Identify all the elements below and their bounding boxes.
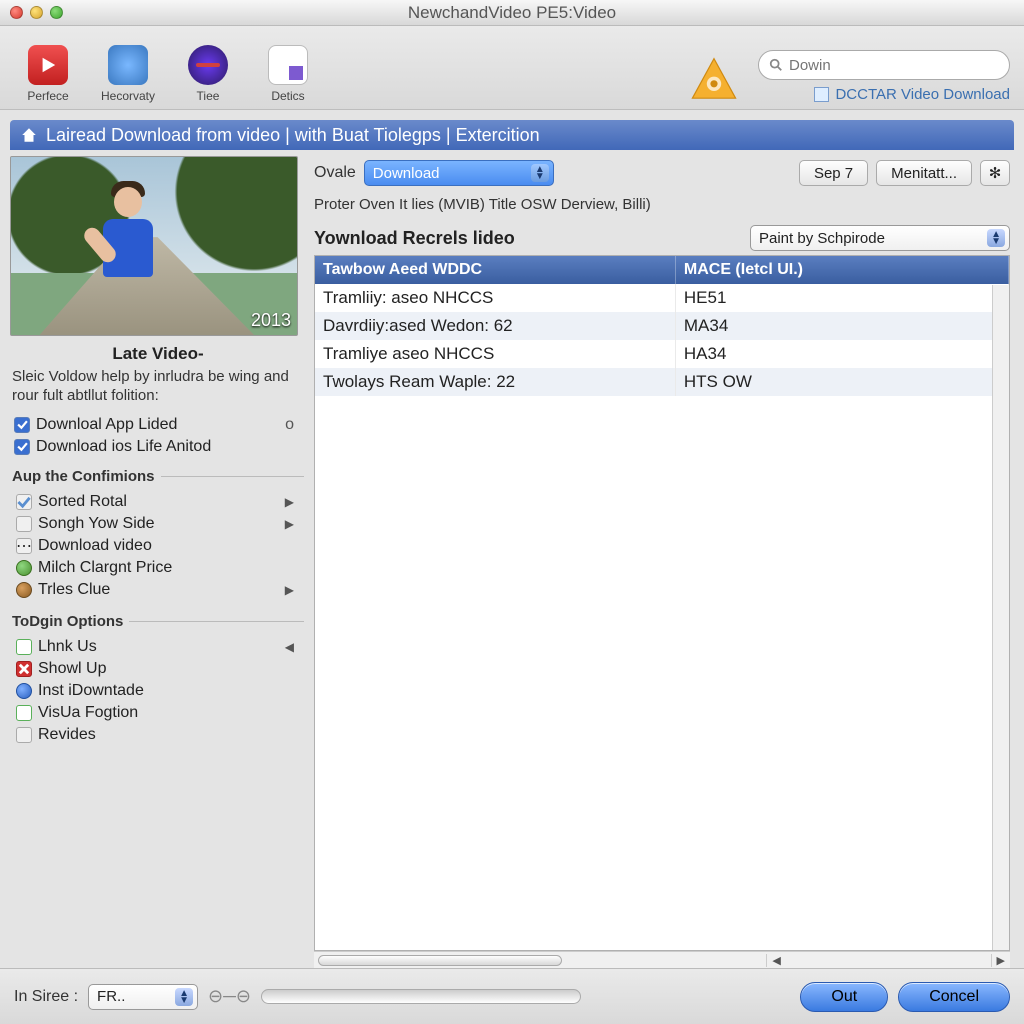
check-download-ios[interactable]: Download ios Life Anitod	[10, 436, 306, 458]
window-title: NewchandVideo PE5:Video	[0, 3, 1024, 23]
group-title: ToDgin Options	[12, 613, 129, 630]
checkbox-icon	[14, 439, 30, 455]
search-icon	[769, 58, 783, 72]
table-header[interactable]: Tawbow Aeed WDDC MACE (Ietcl UI.)	[315, 256, 1009, 284]
table-row[interactable]: Davrdiiy:ased Wedon: 62MA34	[315, 312, 1009, 340]
item-milch-price[interactable]: Milch Clargnt Price	[12, 557, 304, 579]
box-icon	[16, 727, 32, 743]
checkbox-icon	[16, 639, 32, 655]
table-title: Yownload Recrels lideo	[314, 228, 515, 249]
menitatt-button[interactable]: Menitatt...	[876, 160, 972, 186]
titlebar: NewchandVideo PE5:Video	[0, 0, 1024, 26]
updown-icon: ▲▼	[987, 229, 1005, 247]
col-tawbow[interactable]: Tawbow Aeed WDDC	[315, 256, 676, 284]
warning-icon	[690, 55, 738, 103]
vertical-scrollbar[interactable]	[992, 285, 1009, 950]
toolbar-tiee[interactable]: Tiee	[174, 45, 242, 103]
zoom-slider[interactable]	[261, 989, 581, 1004]
sidebar: 2013 Late Video- Sleic Voldow help by in…	[10, 156, 306, 968]
compass-icon	[188, 45, 228, 85]
date-button[interactable]: Sep 7	[799, 160, 868, 186]
horizontal-scrollbar[interactable]: ◀ ▶	[314, 951, 1010, 968]
zoom-out-icon[interactable]: ⊖─⊖	[208, 986, 251, 1007]
chevron-right-icon: ▶	[285, 495, 294, 509]
chevron-left-icon: ◀	[285, 640, 294, 654]
item-trles-clue[interactable]: Trles Clue▶	[12, 579, 304, 601]
toolbar-hecorvaty[interactable]: Hecorvaty	[94, 45, 162, 103]
col-mace[interactable]: MACE (Ietcl UI.)	[676, 256, 1009, 284]
settings-button[interactable]: ✻	[980, 160, 1010, 186]
checkbox-icon	[14, 417, 30, 433]
box-icon: ⋯	[16, 538, 32, 554]
group-confimions: Aup the Confimions Sorted Rotal▶ Songh Y…	[12, 468, 304, 601]
dot-icon	[16, 683, 32, 699]
updown-icon: ▲▼	[531, 164, 549, 182]
subheader: Proter Oven It lies (MVIB) Title OSW Der…	[314, 196, 1010, 213]
scroll-right-icon[interactable]: ▶	[991, 954, 1010, 967]
table-row[interactable]: Tramliye aseo NHCCSHA34	[315, 340, 1009, 368]
ovale-combo[interactable]: Download ▲▼	[364, 160, 554, 186]
item-lhnk-us[interactable]: Lhnk Us◀	[12, 636, 304, 658]
cancel-button[interactable]: Concel	[898, 982, 1010, 1012]
toolbar: Perfece Hecorvaty Tiee Detics DCCTAR Vid…	[0, 26, 1024, 110]
chevron-right-icon: ▶	[285, 517, 294, 531]
item-download-video[interactable]: ⋯Download video	[12, 535, 304, 557]
chevron-right-icon: ▶	[285, 583, 294, 597]
group-title: Aup the Confimions	[12, 468, 161, 485]
main-panel: Ovale Download ▲▼ Sep 7 Menitatt... ✻ Pr…	[310, 156, 1014, 968]
thumbnail-year: 2013	[251, 310, 291, 331]
video-description: Sleic Voldow help by inrludra be wing an…	[12, 368, 304, 406]
dot-icon	[16, 560, 32, 576]
group-todgin: ToDgin Options Lhnk Us◀ Showl Up Inst iD…	[12, 613, 304, 746]
checkbox-icon	[16, 705, 32, 721]
x-icon	[16, 661, 32, 677]
download-link[interactable]: DCCTAR Video Download	[814, 86, 1010, 103]
ovale-label: Ovale	[314, 164, 356, 182]
document-icon	[268, 45, 308, 85]
link-checkbox-icon	[814, 87, 829, 102]
table-row[interactable]: Twolays Ream Waple: 22HTS OW	[315, 368, 1009, 396]
video-title: Late Video-	[10, 344, 306, 364]
toolbar-label: Tiee	[197, 89, 220, 103]
play-icon	[28, 45, 68, 85]
toolbar-detics[interactable]: Detics	[254, 45, 322, 103]
out-button[interactable]: Out	[800, 982, 888, 1012]
toolbar-label: Perfece	[27, 89, 68, 103]
language-combo[interactable]: FR.. ▲▼	[88, 984, 198, 1010]
item-sorted-rotal[interactable]: Sorted Rotal▶	[12, 491, 304, 513]
paint-combo[interactable]: Paint by Schpirode ▲▼	[750, 225, 1010, 251]
item-songh-yow[interactable]: Songh Yow Side▶	[12, 513, 304, 535]
updown-icon: ▲▼	[175, 988, 193, 1006]
dot-icon	[16, 582, 32, 598]
box-icon	[16, 516, 32, 532]
shield-icon	[108, 45, 148, 85]
item-showl-up[interactable]: Showl Up	[12, 658, 304, 680]
results-table[interactable]: Tawbow Aeed WDDC MACE (Ietcl UI.) Tramli…	[314, 255, 1010, 951]
search-input[interactable]	[758, 50, 1010, 80]
video-thumbnail[interactable]: 2013	[10, 156, 298, 336]
item-inst-downtade[interactable]: Inst iDowntade	[12, 680, 304, 702]
table-row[interactable]: Tramliiy: aseo NHCCSHE51	[315, 284, 1009, 312]
scroll-left-icon[interactable]: ◀	[766, 954, 785, 967]
scroll-thumb[interactable]	[318, 955, 562, 966]
toolbar-label: Hecorvaty	[101, 89, 155, 103]
home-icon	[20, 126, 38, 144]
in-siree-label: In Siree :	[14, 988, 78, 1006]
item-visua-fogtion[interactable]: VisUa Fogtion	[12, 702, 304, 724]
footer: In Siree : FR.. ▲▼ ⊖─⊖ Out Concel	[0, 968, 1024, 1024]
check-download-app[interactable]: Downloal App Lided o	[10, 414, 306, 436]
search-field[interactable]	[789, 57, 999, 74]
toolbar-perfece[interactable]: Perfece	[14, 45, 82, 103]
toolbar-label: Detics	[271, 89, 304, 103]
checkbox-icon	[16, 494, 32, 510]
header-text: Lairead Download from video | with Buat …	[46, 125, 540, 146]
header-bar: Lairead Download from video | with Buat …	[10, 120, 1014, 150]
item-revides[interactable]: Revides	[12, 724, 304, 746]
gear-icon: ✻	[989, 164, 1002, 182]
